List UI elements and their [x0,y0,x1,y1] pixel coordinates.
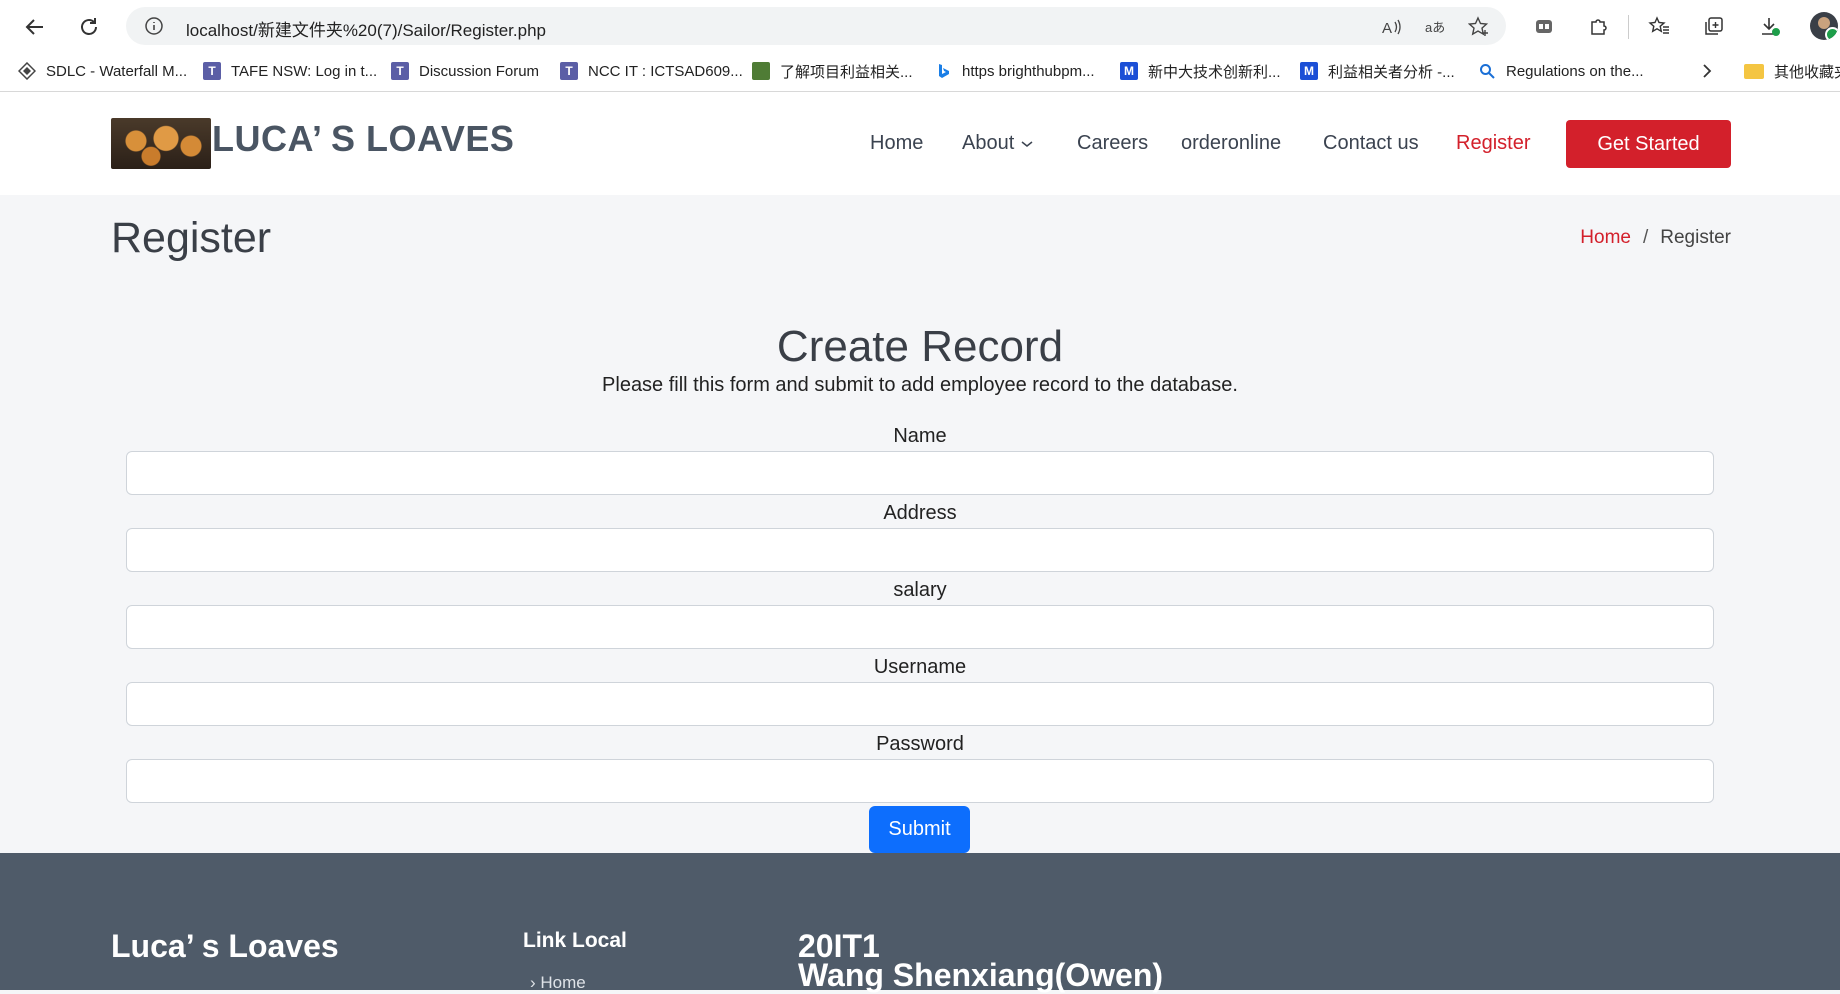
browser-chrome: localhost/新建文件夹%20(7)/Sailor/Register.ph… [0,0,1840,92]
chevron-right-icon [1703,64,1712,78]
bookmark-discussion-forum[interactable]: T Discussion Forum [391,60,539,82]
bookmark-sdlc[interactable]: SDLC - Waterfall M... [18,60,187,82]
m-logo-icon: M [1120,62,1138,80]
bookmark-regulations[interactable]: Regulations on the... [1478,60,1644,82]
site-footer: Luca’ s Loaves Link Local › Home 20IT1 W… [0,853,1840,993]
search-icon [1480,64,1495,79]
nav-careers[interactable]: Careers [1077,132,1148,155]
folder-icon [1744,63,1764,79]
bookmark-other-favorites[interactable]: 其他收藏夹 [1744,60,1840,82]
downloads-button[interactable] [1757,13,1783,39]
sync-ok-icon [1825,27,1838,40]
chevron-right-icon: › [530,973,541,992]
read-aloud-icon[interactable]: A [1380,16,1402,38]
add-favorite-icon[interactable] [1468,16,1490,38]
footer-links-heading: Link Local [523,929,627,952]
t-logo-icon: T [560,62,578,80]
name-input[interactable] [126,451,1714,495]
form-subtitle: Please fill this form and submit to add … [602,374,1238,396]
info-icon[interactable] [144,16,164,36]
nav-about[interactable]: About [962,132,1034,155]
reload-icon [81,18,97,35]
submit-button[interactable]: Submit [869,806,970,853]
bookmark-ncc-it[interactable]: T NCC IT : ICTSAD609... [560,60,743,82]
bookmark-stakeholders[interactable]: 了解项目利益相关... [752,60,913,82]
m-logo-icon: M [1300,62,1318,80]
translate-icon[interactable]: aあ [1424,16,1446,38]
page-title: Register [111,214,272,262]
bookmark-innovation[interactable]: M 新中大技术创新利... [1120,60,1281,82]
download-icon [1762,18,1780,36]
browser-toolbar: localhost/新建文件夹%20(7)/Sailor/Register.ph… [0,0,1840,52]
site-header: LUCA’ S LOAVES Home About Careers ordero… [0,92,1840,195]
nav-home[interactable]: Home [870,132,923,155]
breadcrumb-home[interactable]: Home [1580,227,1631,248]
address-input[interactable] [126,528,1714,572]
breadcrumb-current: Register [1660,227,1731,248]
password-input[interactable] [126,759,1714,803]
bookmarks-overflow-button[interactable] [1700,60,1714,82]
bookmark-tafe[interactable]: T TAFE NSW: Log in t... [203,60,377,82]
username-label: Username [873,656,967,678]
address-bar[interactable]: localhost/新建文件夹%20(7)/Sailor/Register.ph… [126,7,1506,45]
breadcrumb-separator: / [1642,227,1649,248]
diamond-icon [18,62,36,80]
chevron-down-icon [1021,141,1033,147]
footer-link-home[interactable]: › Home [530,973,586,993]
puzzle-icon [1591,19,1607,35]
footer-link-home-label: Home [540,973,586,992]
favorites-button[interactable] [1646,13,1672,39]
bookmarks-bar: SDLC - Waterfall M... T TAFE NSW: Log in… [0,52,1840,90]
breadcrumb: Home / Register [1580,227,1731,249]
username-input[interactable] [126,682,1714,726]
get-started-button[interactable]: Get Started [1566,120,1731,168]
app-icon [1536,20,1552,33]
collections-icon [1705,17,1723,35]
svg-text:aあ: aあ [1425,20,1445,35]
salary-label: salary [893,579,947,601]
logo-text[interactable]: LUCA’ S LOAVES [212,118,514,160]
form-title: Create Record [776,322,1064,371]
nav-about-label: About [962,132,1015,154]
profile-avatar[interactable] [1810,12,1838,40]
t-logo-icon: T [203,62,221,80]
nav-orderonline[interactable]: orderonline [1181,132,1281,155]
salary-input[interactable] [126,605,1714,649]
collections-app-button[interactable] [1531,13,1557,39]
footer-brand: Luca’ s Loaves [111,928,339,964]
toolbar-divider [1628,15,1629,39]
url-text[interactable]: localhost/新建文件夹%20(7)/Sailor/Register.ph… [186,16,546,41]
password-label: Password [876,733,964,755]
address-label: Address [883,502,957,524]
favorites-star-icon [1648,16,1669,34]
collections-button[interactable] [1701,13,1727,39]
nav-register[interactable]: Register [1456,132,1530,155]
extensions-button[interactable] [1586,13,1612,39]
bookmark-brighthubpm[interactable]: https brighthubpm... [934,60,1095,82]
nav-contact[interactable]: Contact us [1323,132,1419,155]
logo-image[interactable] [111,118,211,169]
t-logo-icon: T [391,62,409,80]
image-icon [752,62,770,80]
back-arrow-icon [25,19,43,35]
bing-icon [939,64,949,78]
back-button[interactable] [18,10,52,44]
bookmark-stakeholder-analysis[interactable]: M 利益相关者分析 -... [1300,60,1455,82]
reload-button[interactable] [72,10,106,44]
footer-author: Wang Shenxiang(Owen) [798,957,1164,993]
name-label: Name [893,425,947,447]
svg-text:A: A [1382,20,1392,37]
